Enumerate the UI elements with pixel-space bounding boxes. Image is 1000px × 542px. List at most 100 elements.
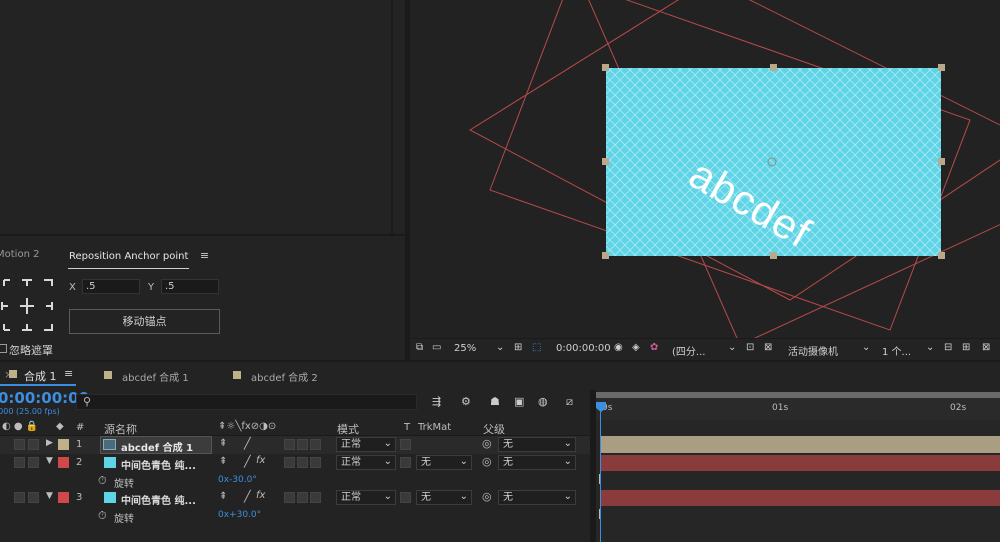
switch-box[interactable]	[297, 492, 308, 503]
stopwatch-icon[interactable]: ⏱	[98, 474, 107, 488]
layer-row-2[interactable]: ▼ 2 中间色青色 纯... ⇞ ╱ fx 正常 ⌄ 无 ⌄ ◎ 无 ⌄	[0, 454, 590, 472]
export-frame-icon[interactable]: ⊞	[962, 342, 970, 353]
mode-select[interactable]: 正常 ⌄	[336, 437, 396, 452]
snapshot-icon[interactable]: ◉	[614, 342, 623, 353]
switch-box[interactable]	[297, 439, 308, 450]
switch-box[interactable]	[310, 439, 321, 450]
track-bar-layer-3[interactable]	[600, 490, 1000, 506]
layer-row-1[interactable]: ▶ 1 abcdef 合成 1 ⇞ ╱ 正常 ⌄ ◎ 无 ⌄	[0, 436, 590, 454]
viewer-timecode[interactable]: 0:00:00:00	[556, 343, 611, 354]
expand-arrow-icon[interactable]: ▼	[46, 456, 53, 466]
draft-3d-icon[interactable]: ⚙	[461, 395, 471, 408]
always-preview-icon[interactable]: ⧉	[416, 342, 423, 353]
safe-zones-icon[interactable]: ⊞	[514, 342, 522, 353]
shy-switch[interactable]: ⇞	[219, 491, 227, 502]
layer-label-color[interactable]	[58, 492, 69, 503]
pickwhip-icon[interactable]: ◎	[482, 455, 492, 468]
zoom-select[interactable]: 25%	[454, 343, 476, 354]
video-toggle[interactable]	[14, 492, 25, 503]
tab-abcdef-comp-1[interactable]: abcdef 合成 1	[122, 369, 189, 384]
motion-blur-icon[interactable]: ◍	[538, 395, 548, 408]
track-bar-layer-1[interactable]	[600, 436, 1000, 453]
composition-viewer[interactable]: abcdef	[410, 0, 1000, 338]
layer-name[interactable]: 中间色青色 纯...	[121, 492, 196, 507]
quality-switch[interactable]: ╱	[244, 490, 251, 503]
property-value[interactable]: 0x-30.0°	[218, 475, 257, 485]
mode-select[interactable]: 正常 ⌄	[336, 490, 396, 505]
tab-abcdef-comp-2[interactable]: abcdef 合成 2	[251, 369, 318, 384]
mode-select[interactable]: 正常 ⌄	[336, 455, 396, 470]
quality-switch[interactable]: ╱	[244, 437, 251, 450]
pickwhip-icon[interactable]: ◎	[482, 437, 492, 450]
switch-box[interactable]	[310, 457, 321, 468]
anchor-grid-icon[interactable]	[0, 278, 56, 334]
preserve-transparency-toggle[interactable]	[400, 439, 411, 450]
property-value[interactable]: 0x+30.0°	[218, 510, 261, 520]
camera-select[interactable]: 活动摄像机	[788, 343, 838, 358]
layer-label-color[interactable]	[58, 439, 69, 450]
work-area-bar[interactable]	[596, 392, 1000, 398]
shy-layers-icon[interactable]: ☗	[490, 395, 500, 408]
tab-comp-1[interactable]: 合成 1	[24, 368, 57, 384]
parent-select[interactable]: 无 ⌄	[498, 490, 576, 505]
search-input[interactable]: ⚲	[76, 394, 417, 410]
layer-label-color[interactable]	[58, 457, 69, 468]
shy-switch[interactable]: ⇞	[219, 438, 227, 449]
fast-preview-icon[interactable]: ⊟	[944, 342, 952, 353]
effects-switch[interactable]: fx	[256, 490, 265, 501]
view-mode-select[interactable]: (四分...	[672, 343, 705, 358]
transparency-grid-icon[interactable]: ⊠	[764, 342, 772, 353]
monitor-icon[interactable]: ▭	[432, 342, 441, 353]
switch-box[interactable]	[284, 439, 295, 450]
views-select[interactable]: 1 个...	[882, 343, 911, 358]
y-input[interactable]: .5	[161, 279, 219, 294]
preserve-transparency-toggle[interactable]	[400, 457, 411, 468]
switch-box[interactable]	[297, 457, 308, 468]
shy-switch[interactable]: ⇞	[219, 456, 227, 467]
tab-motion-2[interactable]: Motion 2	[0, 249, 39, 260]
x-input[interactable]: .5	[82, 279, 140, 294]
trkmat-select[interactable]: 无 ⌄	[416, 455, 472, 470]
stopwatch-icon[interactable]: ⏱	[98, 509, 107, 523]
trkmat-select[interactable]: 无 ⌄	[416, 490, 472, 505]
graph-editor-icon[interactable]: ⧄	[566, 395, 573, 409]
header-source-name[interactable]: 源名称	[104, 421, 137, 437]
playhead-line[interactable]	[600, 410, 601, 542]
grid-icon[interactable]: ⊡	[746, 342, 754, 353]
channel-icon[interactable]: ✿	[650, 342, 658, 353]
track-bar-layer-2[interactable]	[600, 455, 1000, 471]
panel-menu-icon[interactable]: ≡	[200, 249, 209, 262]
effects-switch[interactable]: fx	[256, 455, 265, 466]
time-ruler[interactable]: 0s 01s 02s	[596, 392, 1000, 420]
flowchart-icon[interactable]: ⊠	[982, 342, 990, 353]
ignore-mask-checkbox[interactable]	[0, 344, 7, 353]
switch-box[interactable]	[284, 457, 295, 468]
solo-toggle[interactable]	[28, 457, 39, 468]
layer-name[interactable]: 中间色青色 纯...	[121, 457, 196, 472]
panel-menu-icon[interactable]: ≡	[64, 367, 73, 380]
layer-row-3[interactable]: ▼ 3 中间色青色 纯... ⇞ ╱ fx 正常 ⌄ 无 ⌄ ◎ 无 ⌄	[0, 489, 590, 507]
preserve-transparency-toggle[interactable]	[400, 492, 411, 503]
frame-blending-icon[interactable]: ▣	[514, 395, 524, 408]
show-snapshot-icon[interactable]: ◈	[632, 342, 640, 353]
move-anchor-button[interactable]: 移动锚点	[69, 309, 220, 334]
switch-box[interactable]	[310, 492, 321, 503]
parent-select[interactable]: 无 ⌄	[498, 437, 576, 452]
quality-switch[interactable]: ╱	[244, 455, 251, 468]
pickwhip-icon[interactable]: ◎	[482, 490, 492, 503]
solo-toggle[interactable]	[28, 492, 39, 503]
expand-arrow-icon[interactable]: ▶	[46, 438, 53, 448]
solo-toggle[interactable]	[28, 439, 39, 450]
mask-toggle-icon[interactable]: ⬚	[532, 342, 541, 353]
layer-name-cell[interactable]: abcdef 合成 1	[100, 436, 212, 454]
parent-select[interactable]: 无 ⌄	[498, 455, 576, 470]
expand-arrow-icon[interactable]: ▼	[46, 491, 53, 501]
switch-box[interactable]	[284, 492, 295, 503]
composition-mini-flowchart-icon[interactable]: ⇶	[432, 395, 441, 408]
property-row-rotation[interactable]: ⏱ 旋转 0x-30.0°	[0, 472, 590, 490]
video-toggle[interactable]	[14, 439, 25, 450]
tab-reposition-anchor[interactable]: Reposition Anchor point ≡	[69, 249, 209, 262]
track-area[interactable]	[596, 420, 1000, 542]
property-row-rotation[interactable]: ⏱ 旋转 0x+30.0°	[0, 507, 590, 525]
video-toggle[interactable]	[14, 457, 25, 468]
